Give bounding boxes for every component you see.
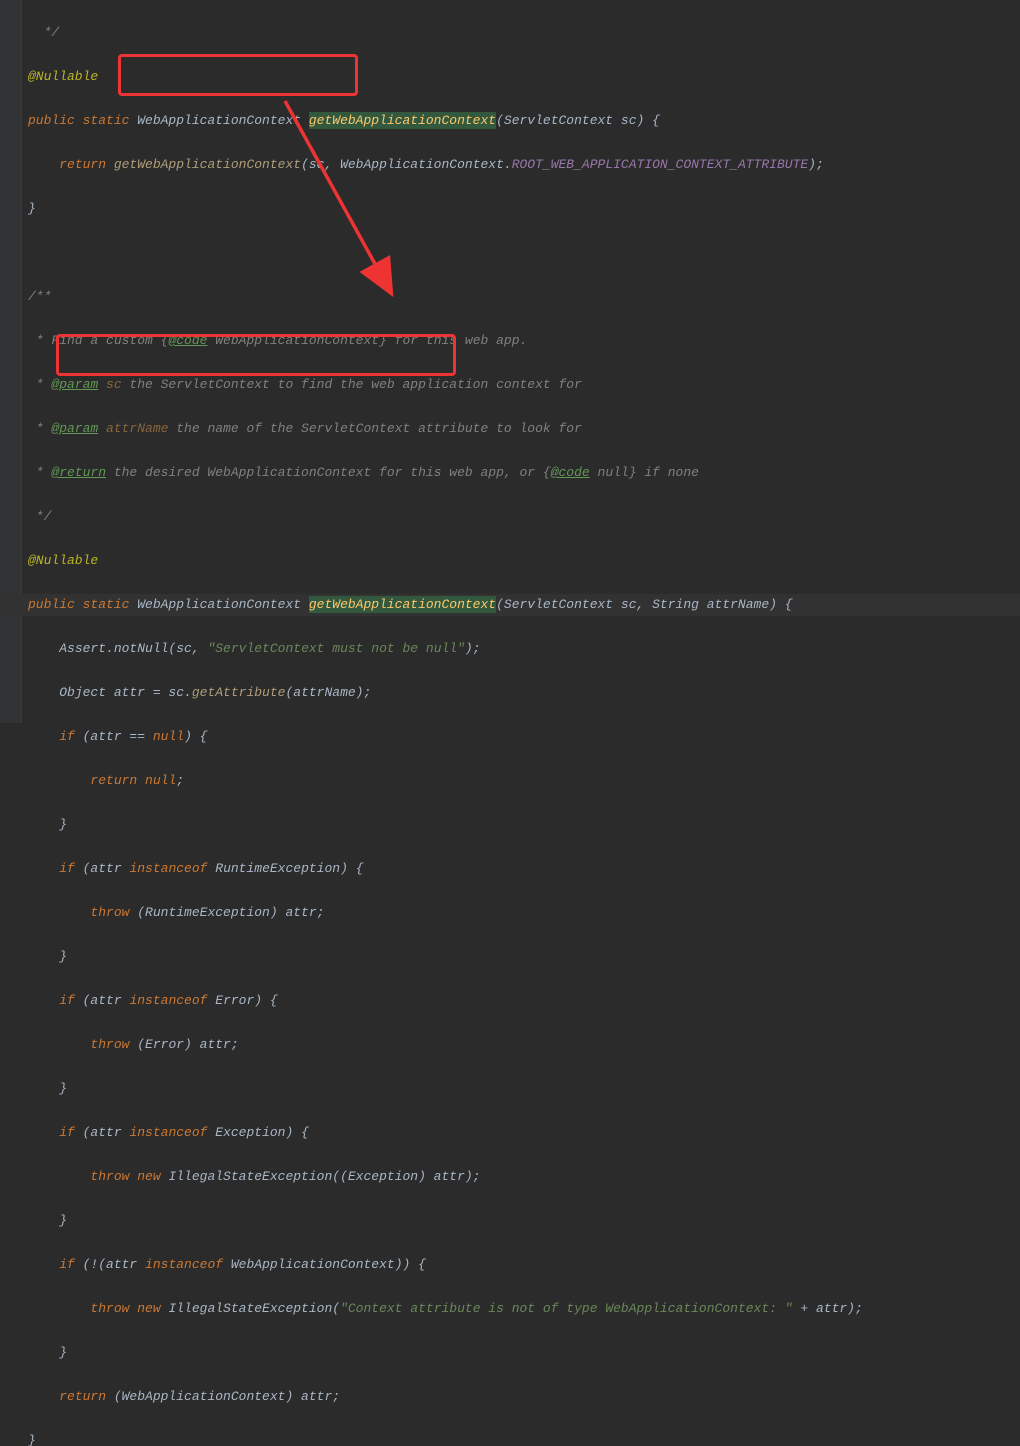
code-line: throw new IllegalStateException((Excepti… [28,1166,1020,1188]
code-line: return getWebApplicationContext(sc, WebA… [28,154,1020,176]
javadoc-param-tag: @param [51,421,98,436]
code-line: } [28,1342,1020,1364]
code-line: return (WebApplicationContext) attr; [28,1386,1020,1408]
javadoc-code-tag: @code [551,465,590,480]
method-name-highlight: getWebApplicationContext [309,596,496,613]
code-line: * @param attrName the name of the Servle… [28,418,1020,440]
code-line: } [28,946,1020,968]
code-line: if (attr instanceof Exception) { [28,1122,1020,1144]
code-line: */ [28,22,1020,44]
code-line: throw (RuntimeException) attr; [28,902,1020,924]
javadoc-return-tag: @return [51,465,106,480]
code-line: * @return the desired WebApplicationCont… [28,462,1020,484]
javadoc-param-tag: @param [51,377,98,392]
code-line: * @param sc the ServletContext to find t… [28,374,1020,396]
code-line: if (attr instanceof Error) { [28,990,1020,1012]
code-line: if (attr == null) { [28,726,1020,748]
code-line: throw (Error) attr; [28,1034,1020,1056]
code-line: if (attr instanceof RuntimeException) { [28,858,1020,880]
javadoc-code-tag: @code [168,333,207,348]
code-line: @Nullable [28,550,1020,572]
code-editor[interactable]: */ @Nullable public static WebApplicatio… [28,0,1020,1446]
code-line: } [28,1210,1020,1232]
code-line: @Nullable [28,66,1020,88]
code-line: /** [28,286,1020,308]
code-line-current: public static WebApplicationContext getW… [0,594,1020,616]
code-line: return null; [28,770,1020,792]
code-line: * Find a custom {@code WebApplicationCon… [28,330,1020,352]
code-line: public static WebApplicationContext getW… [28,110,1020,132]
code-line: } [28,1430,1020,1446]
code-line: Assert.notNull(sc, "ServletContext must … [28,638,1020,660]
code-line: Object attr = sc.getAttribute(attrName); [28,682,1020,704]
method-name-highlight: getWebApplicationContext [309,112,496,129]
code-line: } [28,1078,1020,1100]
code-line: } [28,198,1020,220]
code-line [28,242,1020,264]
code-line: throw new IllegalStateException("Context… [28,1298,1020,1320]
code-line: if (!(attr instanceof WebApplicationCont… [28,1254,1020,1276]
code-line: */ [28,506,1020,528]
code-line: } [28,814,1020,836]
